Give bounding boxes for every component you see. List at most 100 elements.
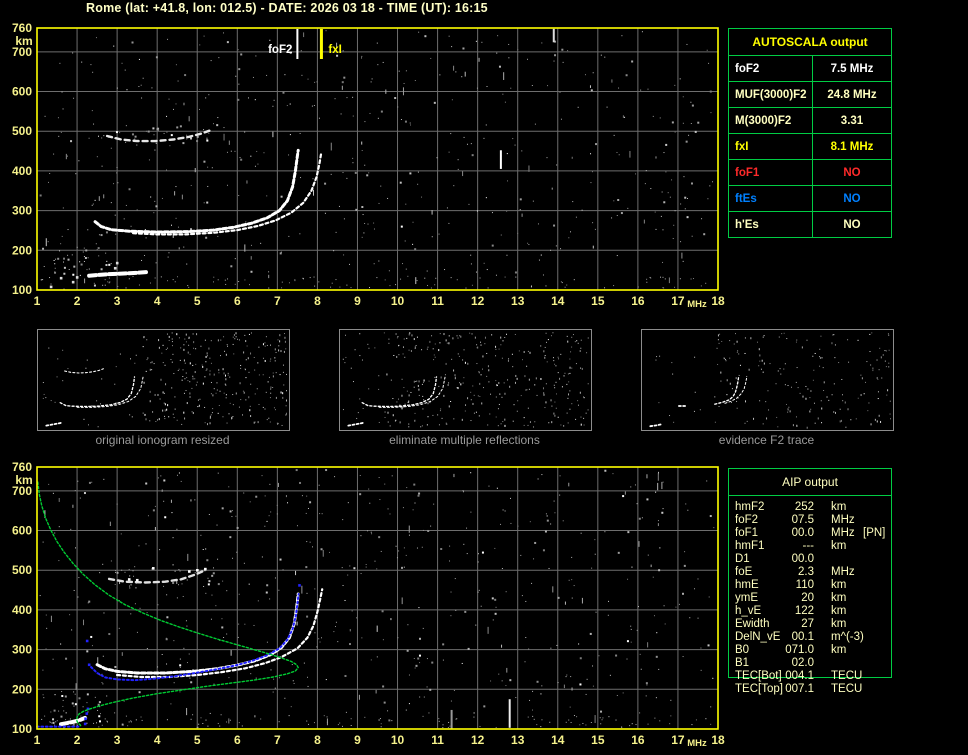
parameter-value: 00.1: [791, 631, 814, 643]
parameter-unit: km: [831, 579, 847, 591]
parameter-value: 00.0: [791, 527, 814, 539]
autoscala-table-header: AUTOSCALA output: [729, 29, 891, 56]
svg-text:11: 11: [431, 733, 444, 747]
svg-text:9: 9: [354, 733, 361, 747]
svg-text:400: 400: [12, 164, 32, 178]
aip-parameter-row: B1 02.0: [728, 657, 892, 670]
svg-text:200: 200: [12, 682, 32, 696]
aip-parameter-row: TEC[Bot] 004.1 TECU: [728, 670, 892, 683]
table-row: MUF(3000)F2 24.8 MHz: [729, 81, 891, 107]
svg-text:7: 7: [274, 294, 281, 308]
parameter-label: foF1: [735, 527, 759, 539]
parameter-value: 02.0: [791, 657, 814, 669]
parameter-value: 071.0: [785, 644, 814, 656]
svg-text:11: 11: [431, 294, 444, 308]
svg-text:14: 14: [551, 294, 565, 308]
parameter-label: foE: [735, 566, 753, 578]
parameter-unit: TECU: [831, 683, 863, 695]
parameter-unit: km: [831, 618, 847, 630]
aip-parameter-row: Ewidth 27 km: [728, 618, 892, 631]
parameter-unit: km: [831, 592, 847, 604]
svg-text:3: 3: [114, 733, 121, 747]
aip-parameter-row: foE 2.3 MHz: [728, 566, 892, 579]
parameter-label: B1: [735, 657, 750, 669]
parameter-value: 00.0: [791, 553, 814, 565]
parameter-unit: m^(-3): [831, 631, 864, 643]
svg-text:760: 760: [12, 21, 32, 35]
parameter-unit: km: [831, 605, 847, 617]
parameter-note: [PN]: [863, 527, 886, 539]
parameter-label: fxI: [729, 134, 813, 159]
thumbnail-evidence-f2: [641, 329, 894, 431]
parameter-label: ftEs: [729, 186, 813, 211]
svg-text:5: 5: [194, 294, 201, 308]
parameter-value: 8.1 MHz: [830, 140, 874, 153]
svg-text:18: 18: [711, 294, 725, 308]
thumbnail-original-ionogram: [37, 329, 290, 431]
table-row: h'Es NO: [729, 211, 891, 237]
parameter-value: 004.1: [785, 670, 814, 682]
parameter-unit: km: [831, 501, 847, 513]
svg-text:5: 5: [194, 733, 201, 747]
parameter-label: h'Es: [729, 212, 813, 237]
profile-ionogram-plot: 100200300400500600700760km1 2 3 4 5 6 7 8 9 10 11 1…: [12, 460, 725, 749]
thumbnail-canvas: [342, 332, 589, 428]
svg-text:12: 12: [471, 294, 485, 308]
parameter-unit: MHz: [831, 514, 855, 526]
svg-text:MHz: MHz: [687, 299, 707, 310]
aip-parameter-row: foF1 00.0 MHz [PN]: [728, 527, 892, 540]
aip-parameter-row: h_vE 122 km: [728, 605, 892, 618]
svg-text:foF2: foF2: [268, 44, 292, 56]
aip-parameter-row: B0 071.0 km: [728, 644, 892, 657]
aip-panel-header: AIP output: [729, 469, 891, 496]
parameter-label: h_vE: [735, 605, 762, 617]
svg-text:1: 1: [34, 294, 41, 308]
svg-text:12: 12: [471, 733, 485, 747]
table-row: foF2 7.5 MHz: [729, 56, 891, 81]
svg-text:600: 600: [12, 85, 32, 99]
table-row: M(3000)F2 3.31: [729, 107, 891, 133]
parameter-label: hmE: [735, 579, 759, 591]
parameter-value: 122: [794, 605, 814, 617]
svg-text:MHz: MHz: [687, 738, 707, 749]
parameter-value: 24.8 MHz: [827, 88, 877, 101]
parameter-value: 20: [801, 592, 814, 604]
aip-parameter-row: D1 00.0: [728, 553, 892, 566]
parameter-label: D1: [735, 553, 750, 565]
aip-parameter-row: ymE 20 km: [728, 592, 892, 605]
svg-text:10: 10: [391, 294, 405, 308]
thumbnail-canvas: [649, 332, 891, 429]
svg-text:km: km: [15, 34, 32, 48]
parameter-unit: TECU: [831, 670, 863, 682]
autoscala-output-table: AUTOSCALA output foF2 7.5 MHz MUF(3000)F…: [728, 28, 892, 238]
parameter-value: NO: [843, 192, 861, 205]
parameter-label: foF2: [729, 56, 813, 81]
aip-parameter-list: hmF2 252 km foF2 07.5 MHz foF1 00.0 MHz …: [728, 501, 892, 696]
parameter-value: 2.3: [798, 566, 814, 578]
parameter-value: NO: [843, 218, 861, 231]
thumbnail-eliminate-reflections: [339, 329, 592, 431]
parameter-value: 07.5: [791, 514, 814, 526]
parameter-value: 007.1: [785, 683, 814, 695]
table-row: foF1 NO: [729, 159, 891, 185]
svg-text:400: 400: [12, 603, 32, 617]
parameter-label: M(3000)F2: [729, 108, 813, 133]
svg-text:300: 300: [12, 204, 32, 218]
svg-text:17: 17: [671, 294, 685, 308]
parameter-label: foF1: [729, 160, 813, 185]
svg-text:7: 7: [274, 733, 281, 747]
parameter-unit: km: [831, 540, 847, 552]
aip-parameter-row: foF2 07.5 MHz: [728, 514, 892, 527]
parameter-label: ymE: [735, 592, 758, 604]
thumbnail-caption: eliminate multiple reflections: [389, 433, 540, 447]
svg-text:km: km: [15, 473, 32, 487]
svg-text:fxI: fxI: [328, 44, 341, 56]
svg-text:18: 18: [711, 733, 725, 747]
svg-text:1: 1: [34, 733, 41, 747]
autoscala-table-body: foF2 7.5 MHz MUF(3000)F2 24.8 MHz M(3000…: [729, 56, 891, 237]
svg-text:13: 13: [511, 294, 525, 308]
top-ionogram-plot: foF2 fxI100200300400500600700760km1 2 3 4 5 6 7…: [12, 21, 725, 310]
svg-text:100: 100: [12, 722, 32, 736]
svg-text:760: 760: [12, 460, 32, 474]
svg-text:200: 200: [12, 243, 32, 257]
